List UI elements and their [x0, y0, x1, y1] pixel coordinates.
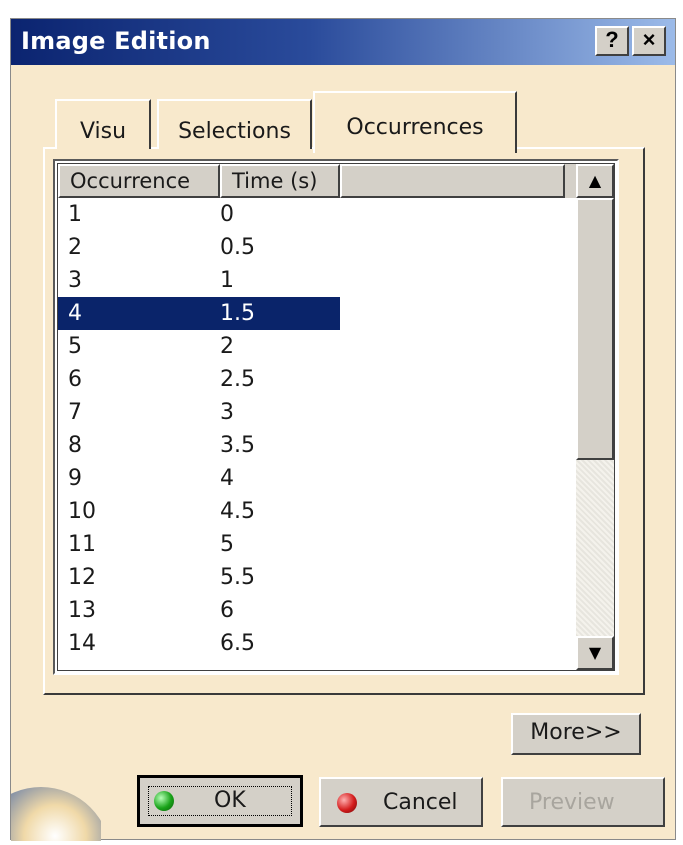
table-row[interactable]: 13 6: [58, 594, 340, 627]
cell-occurrence: 12: [68, 565, 96, 590]
tab-visu-label: Visu: [79, 119, 127, 144]
tab-occurrences-label: Occurrences: [346, 115, 484, 140]
table-row[interactable]: 10: [58, 198, 340, 231]
close-button[interactable]: ×: [632, 26, 666, 56]
list-frame: Occurrence Time (s) 1 0 2 0.5 3 1 4 1.5 5 2 6 2.5 7 3…: [57, 163, 615, 671]
cancel-button[interactable]: Cancel: [319, 777, 483, 827]
cell-time: 3: [220, 400, 234, 425]
table-row[interactable]: 31: [58, 264, 340, 297]
cell-occurrence: 4: [68, 301, 82, 326]
cell-occurrence: 3: [68, 268, 82, 293]
scroll-down-icon[interactable]: ▼: [576, 636, 614, 670]
scroll-thumb[interactable]: [576, 198, 614, 460]
table-row[interactable]: 2 0.5: [58, 231, 340, 264]
cell-time: 6.5: [220, 631, 255, 656]
table-row[interactable]: 8 3.5: [58, 429, 340, 462]
cell-time: 4.5: [220, 499, 255, 524]
column-header-empty: [340, 164, 565, 198]
cell-occurrence: 2: [68, 235, 82, 260]
cell-occurrence: 10: [68, 499, 96, 524]
tab-selections-label: Selections: [178, 119, 291, 144]
cell-time: 0.5: [220, 235, 255, 260]
tab-selections[interactable]: Selections: [157, 99, 312, 149]
red-ball-icon: [337, 793, 357, 813]
table-row[interactable]: 6 2.5: [58, 363, 340, 396]
title-bar[interactable]: Image Edition ? ×: [11, 19, 675, 65]
preview-button[interactable]: Preview: [501, 777, 665, 827]
cell-time: 3.5: [220, 433, 255, 458]
cell-occurrence: 7: [68, 400, 82, 425]
list-header: Occurrence Time (s): [58, 164, 614, 198]
cell-time: 5.5: [220, 565, 255, 590]
cell-time: 1.5: [220, 301, 255, 326]
cell-occurrence: 5: [68, 334, 82, 359]
more-button[interactable]: More>>: [511, 713, 641, 755]
preview-label: Preview: [529, 790, 615, 815]
cell-time: 6: [220, 598, 234, 623]
cell-occurrence: 11: [68, 532, 96, 557]
column-header-occurrence[interactable]: Occurrence: [58, 164, 220, 198]
catia-logo: [11, 767, 101, 841]
table-row[interactable]: 10 4.5: [58, 495, 340, 528]
list-rows: 1 0 2 0.5 3 1 4 1.5 5 2 6 2.5 7 3 8 3.5 9 4 10 4.5 11 5 12 5.5 1…: [58, 198, 565, 658]
occurrences-list[interactable]: Occurrence Time (s) 1 0 2 0.5 3 1 4 1.5 5 2 6 2.5 7 3…: [53, 159, 619, 675]
dialog-title: Image Edition: [21, 27, 211, 55]
cell-time: 1: [220, 268, 234, 293]
column-header-time[interactable]: Time (s): [220, 164, 340, 198]
table-row[interactable]: 52: [58, 330, 340, 363]
green-ball-icon: [154, 791, 174, 811]
tab-visu[interactable]: Visu: [55, 99, 151, 149]
cell-occurrence: 8: [68, 433, 82, 458]
ok-button[interactable]: OK: [137, 775, 303, 827]
cell-time: 2.5: [220, 367, 255, 392]
help-button[interactable]: ?: [595, 26, 629, 56]
vertical-scrollbar[interactable]: ▲ ▼: [576, 164, 614, 670]
cell-occurrence: 13: [68, 598, 96, 623]
table-row[interactable]: 73: [58, 396, 340, 429]
table-row[interactable]: 11 5: [58, 528, 340, 561]
image-edition-dialog: Image Edition ? × Visu Selections Occurr…: [10, 18, 676, 841]
tab-occurrences[interactable]: Occurrences: [313, 91, 517, 153]
cancel-label: Cancel: [383, 790, 458, 815]
table-row[interactable]: 4 1.5: [58, 297, 340, 330]
cell-occurrence: 9: [68, 466, 82, 491]
table-row[interactable]: 94: [58, 462, 340, 495]
ok-label: OK: [214, 788, 246, 813]
table-row[interactable]: 12 5.5: [58, 561, 340, 594]
cell-time: 5: [220, 532, 234, 557]
cell-occurrence: 14: [68, 631, 96, 656]
cell-occurrence: 1: [68, 202, 82, 227]
cell-time: 4: [220, 466, 234, 491]
cell-time: 0: [220, 202, 234, 227]
cell-time: 2: [220, 334, 234, 359]
scroll-up-icon[interactable]: ▲: [576, 164, 614, 198]
table-row[interactable]: 14 6.5: [58, 627, 340, 658]
cell-occurrence: 6: [68, 367, 82, 392]
